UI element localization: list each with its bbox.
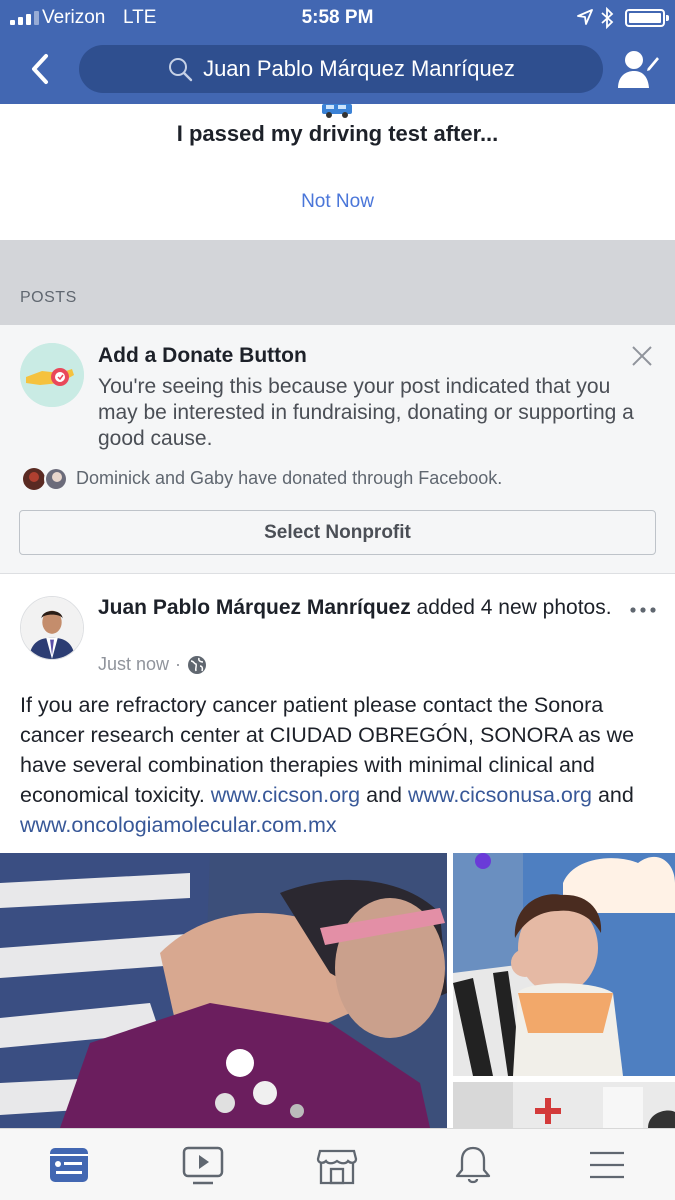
and-text-1: and [360, 783, 408, 807]
status-bar: Verizon LTE 5:58 PM [0, 0, 675, 36]
back-button[interactable] [26, 52, 56, 86]
battery-icon [625, 9, 669, 27]
and-text-2: and [592, 783, 634, 807]
post-meta: Just now · [98, 654, 207, 675]
author-avatar[interactable] [20, 596, 84, 660]
bottom-tab-bar [0, 1128, 675, 1200]
marketplace-tab-icon[interactable] [315, 1143, 359, 1187]
news-feed-tab-icon[interactable] [47, 1143, 91, 1187]
memory-prompt-text: I passed my driving test after... [176, 121, 499, 146]
more-options-icon[interactable] [628, 598, 658, 622]
donate-card-title: Add a Donate Button [98, 344, 307, 367]
search-bar[interactable]: Juan Pablo Márquez Manríquez [79, 45, 603, 93]
post-photo-3[interactable] [453, 1082, 675, 1128]
globe-icon [188, 655, 207, 674]
location-arrow-icon [577, 9, 593, 25]
edit-profile-icon[interactable] [617, 46, 661, 90]
post-time[interactable]: Just now [98, 654, 169, 675]
select-nonprofit-button[interactable]: Select Nonprofit [19, 510, 656, 555]
close-icon[interactable] [631, 345, 653, 367]
donors-text: Dominick and Gaby have donated through F… [76, 468, 503, 488]
post-photo-1[interactable] [0, 853, 447, 1128]
search-text: Juan Pablo Márquez Manríquez [203, 56, 515, 81]
facebook-profile-screen: Verizon LTE 5:58 PM Juan Pablo Márquez M… [0, 0, 675, 1200]
donor-avatars [23, 467, 68, 491]
link-oncologia[interactable]: www.oncologiamolecular.com.mx [20, 813, 337, 837]
notifications-bell-icon[interactable] [451, 1143, 495, 1187]
bluetooth-icon [601, 7, 614, 29]
post-photo-2[interactable] [453, 853, 675, 1076]
car-emoji-icon [322, 104, 352, 118]
post-header: Juan Pablo Márquez Manríquez added 4 new… [98, 594, 618, 621]
meta-separator: · [175, 654, 182, 674]
menu-icon[interactable] [585, 1143, 629, 1187]
section-divider [0, 240, 675, 325]
not-now-button[interactable]: Not Now [0, 191, 675, 213]
top-nav-bar: Verizon LTE 5:58 PM Juan Pablo Márquez M… [0, 0, 675, 104]
posts-section-label: POSTS [20, 289, 77, 306]
post-body: If you are refractory cancer patient ple… [20, 690, 660, 840]
status-time: 5:58 PM [301, 7, 374, 28]
donate-card-description: You're seeing this because your post ind… [98, 375, 634, 450]
search-icon [169, 58, 193, 82]
post-author-name[interactable]: Juan Pablo Márquez Manríquez [98, 596, 411, 619]
watch-tab-icon[interactable] [181, 1143, 225, 1187]
post-action: added 4 new photos. [410, 596, 612, 619]
link-cicson[interactable]: www.cicson.org [211, 783, 360, 807]
link-cicsonusa[interactable]: www.cicsonusa.org [408, 783, 592, 807]
donate-hand-icon [20, 343, 84, 407]
